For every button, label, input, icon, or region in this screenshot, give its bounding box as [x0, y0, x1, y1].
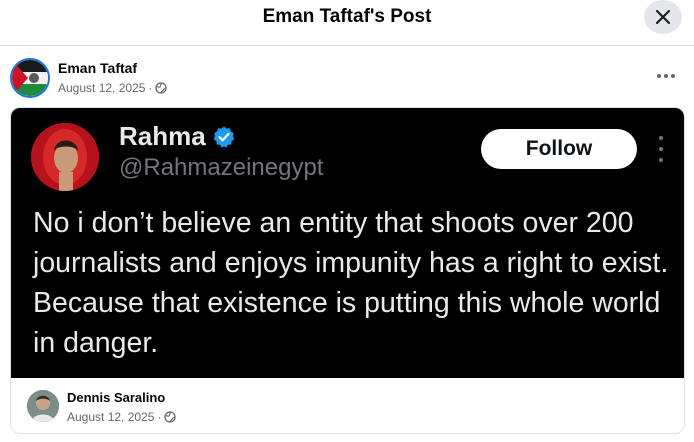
tweet-body-text: No i don’t believe an entity that shoots…	[33, 207, 669, 359]
post-meta: August 12, 2025 ·	[58, 81, 168, 95]
woman-in-red-scarf-avatar-image	[31, 123, 99, 191]
follow-button: Follow	[481, 129, 637, 169]
globe-icon	[155, 82, 168, 94]
dialog-title: Eman Taftaf's Post	[262, 6, 432, 27]
close-button[interactable]	[644, 0, 682, 34]
shared-by-date[interactable]: August 12, 2025	[67, 410, 154, 424]
tweet-author-name: Rahma	[119, 121, 206, 151]
tweet-more-icon	[655, 136, 667, 162]
profile-photo-avatar-image	[27, 390, 59, 422]
tweet-author-name-row: Rahma	[119, 121, 236, 152]
author-avatar[interactable]	[10, 58, 50, 98]
post-more-options-button[interactable]	[654, 66, 678, 86]
shared-content-card[interactable]: Rahma @Rahmazeinegypt Follow No i don’t …	[10, 107, 685, 434]
tweet-author-avatar	[31, 123, 99, 191]
shared-by-footer: Dennis Saralino August 12, 2025 ·	[11, 378, 684, 433]
close-icon	[655, 9, 671, 25]
shared-by-author-name[interactable]: Dennis Saralino	[67, 390, 165, 405]
verified-badge-icon	[213, 126, 235, 148]
post-author-name[interactable]: Eman Taftaf	[58, 60, 137, 76]
more-horizontal-icon	[657, 74, 661, 78]
shared-by-avatar[interactable]	[27, 390, 59, 422]
tweet-author-handle: @Rahmazeinegypt	[119, 154, 324, 181]
shared-by-meta: August 12, 2025 ·	[67, 410, 177, 424]
meta-separator: ·	[148, 81, 153, 95]
tweet-screenshot: Rahma @Rahmazeinegypt Follow No i don’t …	[11, 108, 684, 378]
dialog-header: Eman Taftaf's Post	[0, 0, 694, 46]
globe-icon	[164, 411, 177, 423]
post-date[interactable]: August 12, 2025	[58, 81, 145, 95]
palestine-flag-avatar-image	[12, 60, 48, 96]
meta-separator: ·	[157, 410, 162, 424]
